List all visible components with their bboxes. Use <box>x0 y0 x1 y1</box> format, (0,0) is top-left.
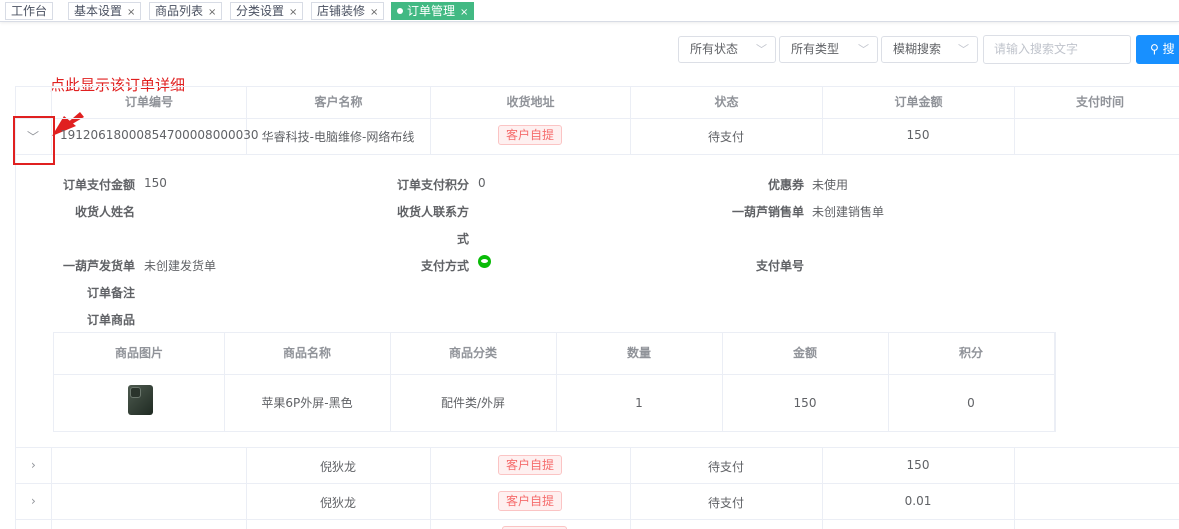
pay-points-label: 订单支付积分 <box>396 178 469 192</box>
tab-label: 订单管理 <box>407 4 456 18</box>
product-image <box>128 385 153 415</box>
tab-product-list[interactable]: 商品列表 × <box>149 2 223 20</box>
close-icon[interactable]: × <box>460 7 468 18</box>
remark-label: 订单备注 <box>86 286 135 300</box>
goods-header-amount: 金额 <box>792 346 817 360</box>
address-tag-cell: 客户自提 <box>430 455 630 475</box>
goods-name: 苹果6P外屏-黑色 <box>261 396 353 410</box>
customer-name: 倪狄龙 <box>319 460 356 474</box>
goods-header-name: 商品名称 <box>282 346 331 360</box>
chevron-down-icon: ﹀ <box>958 43 969 56</box>
tab-label: 商品列表 <box>155 4 204 18</box>
select-value: 所有类型 <box>791 42 840 56</box>
coupon-value: 未使用 <box>812 178 849 192</box>
header-paid-at: 支付时间 <box>1075 95 1124 109</box>
goods-header-category: 商品分类 <box>448 346 497 360</box>
header-order-no: 订单编号 <box>52 87 247 119</box>
active-dot-icon <box>397 8 403 14</box>
goods-category: 配件类/外屏 <box>440 396 506 410</box>
search-icon: ⚲ <box>1150 42 1163 56</box>
coupon-label: 优惠券 <box>767 178 804 192</box>
goods-amount: 150 <box>793 396 817 410</box>
goods-label: 订单商品 <box>86 313 135 327</box>
search-mode-select[interactable]: 模糊搜索 ﹀ <box>881 36 978 63</box>
goods-points: 0 <box>967 396 975 410</box>
order-status: 待支付 <box>707 130 744 144</box>
pay-amount-value: 150 <box>144 176 167 190</box>
order-amount: 150 <box>906 458 930 472</box>
close-icon[interactable]: × <box>289 7 297 18</box>
close-icon[interactable]: × <box>208 7 216 18</box>
pay-points-value: 0 <box>478 176 486 190</box>
order-amount: 0.01 <box>904 494 932 508</box>
goods-header-image: 商品图片 <box>114 346 163 360</box>
pay-amount-label: 订单支付金额 <box>62 178 135 192</box>
receiver-phone-label-cont: 式 <box>456 232 469 246</box>
close-icon[interactable]: × <box>370 7 378 18</box>
header-status: 状态 <box>631 87 823 119</box>
header-address: 收货地址 <box>431 87 631 119</box>
search-input[interactable]: 请输入搜索文字 <box>983 35 1131 64</box>
address-tag: 客户自提 <box>497 491 562 511</box>
pay-method-value <box>478 255 491 270</box>
status-select[interactable]: 所有状态 ﹀ <box>678 36 776 63</box>
chevron-down-icon: ﹀ <box>756 43 767 56</box>
chevron-down-icon: ﹀ <box>858 43 869 56</box>
receiver-phone-label: 收货人联系方 <box>396 205 469 219</box>
tab-basic-settings[interactable]: 基本设置 × <box>68 2 142 20</box>
order-no: 19120618000854700008000030 <box>60 128 259 142</box>
header-customer: 客户名称 <box>247 87 431 119</box>
close-icon[interactable]: × <box>127 7 135 18</box>
search-placeholder: 请输入搜索文字 <box>994 42 1079 56</box>
camera-icon <box>130 387 141 398</box>
order-table-header: 订单编号 客户名称 收货地址 状态 订单金额 支付时间 <box>15 86 1179 119</box>
tab-category-settings[interactable]: 分类设置 × <box>230 2 304 20</box>
order-status: 待支付 <box>707 460 744 474</box>
customer-name: 倪狄龙 <box>319 496 356 510</box>
select-value: 模糊搜索 <box>893 42 942 56</box>
order-amount: 150 <box>906 128 930 142</box>
goods-header-qty: 数量 <box>626 346 651 360</box>
receiver-name-label: 收货人姓名 <box>74 205 135 219</box>
search-button[interactable]: ⚲ 搜 <box>1136 35 1179 64</box>
goods-qty: 1 <box>635 396 643 410</box>
delivery-label: 一葫芦发货单 <box>62 259 135 273</box>
tab-label: 分类设置 <box>236 4 285 18</box>
pay-method-label: 支付方式 <box>420 259 469 273</box>
tab-store-decoration[interactable]: 店铺装修 × <box>311 2 385 20</box>
header-amount: 订单金额 <box>823 87 1015 119</box>
address-tag-cell: 客户自提 <box>430 491 630 511</box>
search-button-label: 搜 <box>1162 42 1175 56</box>
sales-order-value: 未创建销售单 <box>812 205 885 219</box>
goods-header-points: 积分 <box>958 346 983 360</box>
address-tag-cell: 客户自提 <box>430 125 630 145</box>
tab-dashboard[interactable]: 工作台 <box>5 2 54 20</box>
select-value: 所有状态 <box>690 42 739 56</box>
delivery-value: 未创建发货单 <box>144 259 217 273</box>
tab-label: 工作台 <box>11 4 48 18</box>
order-status: 待支付 <box>707 496 744 510</box>
customer-name: 华睿科技-电脑维修-网络布线 <box>261 130 415 144</box>
address-tag: 客户自提 <box>497 125 562 145</box>
chevron-right-icon[interactable]: › <box>31 494 36 508</box>
tab-label: 基本设置 <box>74 4 123 18</box>
goods-table: 商品图片 商品名称 商品分类 数量 金额 积分 苹果6P外屏-黑色 配件类/外屏… <box>53 332 1056 432</box>
tab-label: 店铺装修 <box>317 4 366 18</box>
pay-no-label: 支付单号 <box>755 259 804 273</box>
wechat-pay-icon <box>478 255 491 268</box>
chevron-down-icon[interactable]: ﹀ <box>27 128 39 145</box>
type-select[interactable]: 所有类型 ﹀ <box>779 36 878 63</box>
chevron-right-icon[interactable]: › <box>31 458 36 472</box>
sales-order-label: 一葫芦销售单 <box>731 205 804 219</box>
tags-view-bar: 工作台 基本设置 × 商品列表 × 分类设置 × 店铺装修 × 订单管理 × <box>0 0 1179 22</box>
header-expand <box>16 87 52 119</box>
address-tag: 客户自提 <box>497 455 562 475</box>
tab-order-management[interactable]: 订单管理 × <box>391 2 475 20</box>
